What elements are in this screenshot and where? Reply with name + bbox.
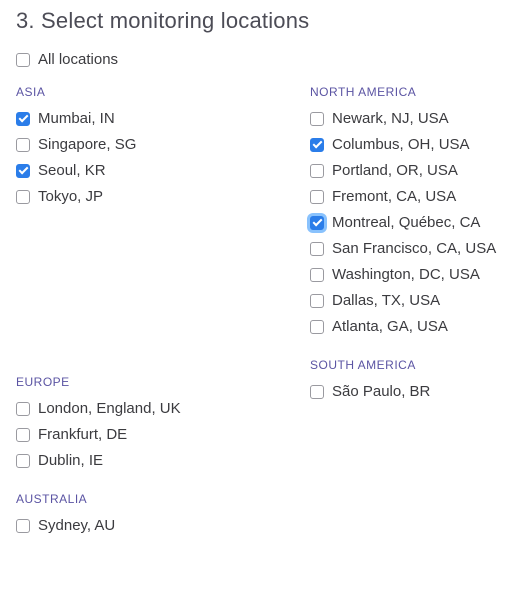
location-label: Sydney, AU [38,518,115,533]
location-row: Columbus, OH, USA [310,137,496,152]
location-checkbox-singapore-sg[interactable] [16,138,30,152]
location-label: Mumbai, IN [38,111,115,126]
location-row: Mumbai, IN [16,111,310,126]
location-label: Washington, DC, USA [332,267,480,282]
location-row: Fremont, CA, USA [310,189,496,204]
location-row: London, England, UK [16,401,310,416]
regions-columns: ASIA Mumbai, IN Singapore, SG Seoul, KR Toky… [16,85,506,557]
location-row: Newark, NJ, USA [310,111,496,126]
all-locations-row: All locations [16,52,506,67]
all-locations-checkbox[interactable] [16,53,30,67]
location-label: Dublin, IE [38,453,103,468]
region-asia: ASIA Mumbai, IN Singapore, SG Seoul, KR Toky… [16,85,310,204]
location-label: Montreal, Québec, CA [332,215,480,230]
region-north-america: NORTH AMERICA Newark, NJ, USA Columbus, OH… [310,85,496,334]
location-row: Montreal, Québec, CA [310,215,496,230]
location-label: Tokyo, JP [38,189,103,204]
location-checkbox-dublin-ie[interactable] [16,454,30,468]
location-checkbox-s-o-paulo-br[interactable] [310,385,324,399]
location-checkbox-tokyo-jp[interactable] [16,190,30,204]
section-title: 3. Select monitoring locations [16,8,506,34]
location-label: Fremont, CA, USA [332,189,456,204]
location-checkbox-newark-nj-usa[interactable] [310,112,324,126]
location-row: Atlanta, GA, USA [310,319,496,334]
location-label: Atlanta, GA, USA [332,319,448,334]
location-checkbox-dallas-tx-usa[interactable] [310,294,324,308]
location-checkbox-washington-dc-usa[interactable] [310,268,324,282]
left-column: ASIA Mumbai, IN Singapore, SG Seoul, KR Toky… [16,85,310,557]
region-australia: AUSTRALIA Sydney, AU [16,492,310,533]
location-checkbox-frankfurt-de[interactable] [16,428,30,442]
region-header: NORTH AMERICA [310,85,496,99]
location-row: Frankfurt, DE [16,427,310,442]
location-row: Dallas, TX, USA [310,293,496,308]
location-checkbox-sydney-au[interactable] [16,519,30,533]
location-checkbox-seoul-kr[interactable] [16,164,30,178]
location-label: San Francisco, CA, USA [332,241,496,256]
location-checkbox-atlanta-ga-usa[interactable] [310,320,324,334]
location-checkbox-san-francisco-ca-usa[interactable] [310,242,324,256]
location-label: Dallas, TX, USA [332,293,440,308]
region-header: EUROPE [16,375,310,389]
region-header: AUSTRALIA [16,492,310,506]
location-label: London, England, UK [38,401,181,416]
location-label: Frankfurt, DE [38,427,127,442]
location-label: Columbus, OH, USA [332,137,470,152]
location-checkbox-london-england-uk[interactable] [16,402,30,416]
region-header: ASIA [16,85,310,99]
location-row: Dublin, IE [16,453,310,468]
location-row: Washington, DC, USA [310,267,496,282]
location-row: Portland, OR, USA [310,163,496,178]
location-row: San Francisco, CA, USA [310,241,496,256]
location-checkbox-portland-or-usa[interactable] [310,164,324,178]
location-label: Singapore, SG [38,137,136,152]
right-column: NORTH AMERICA Newark, NJ, USA Columbus, OH… [310,85,496,557]
location-label: Portland, OR, USA [332,163,458,178]
location-row: São Paulo, BR [310,384,496,399]
location-row: Singapore, SG [16,137,310,152]
spacer [16,228,310,375]
region-header: SOUTH AMERICA [310,358,496,372]
region-south-america: SOUTH AMERICA São Paulo, BR [310,358,496,399]
location-checkbox-mumbai-in[interactable] [16,112,30,126]
location-label: São Paulo, BR [332,384,430,399]
location-checkbox-montreal-qu-bec-ca[interactable] [310,216,324,230]
location-label: Seoul, KR [38,163,106,178]
all-locations-label: All locations [38,52,118,67]
location-row: Sydney, AU [16,518,310,533]
location-checkbox-columbus-oh-usa[interactable] [310,138,324,152]
location-row: Seoul, KR [16,163,310,178]
location-row: Tokyo, JP [16,189,310,204]
region-europe: EUROPE London, England, UK Frankfurt, DE Du… [16,375,310,468]
location-label: Newark, NJ, USA [332,111,449,126]
location-checkbox-fremont-ca-usa[interactable] [310,190,324,204]
